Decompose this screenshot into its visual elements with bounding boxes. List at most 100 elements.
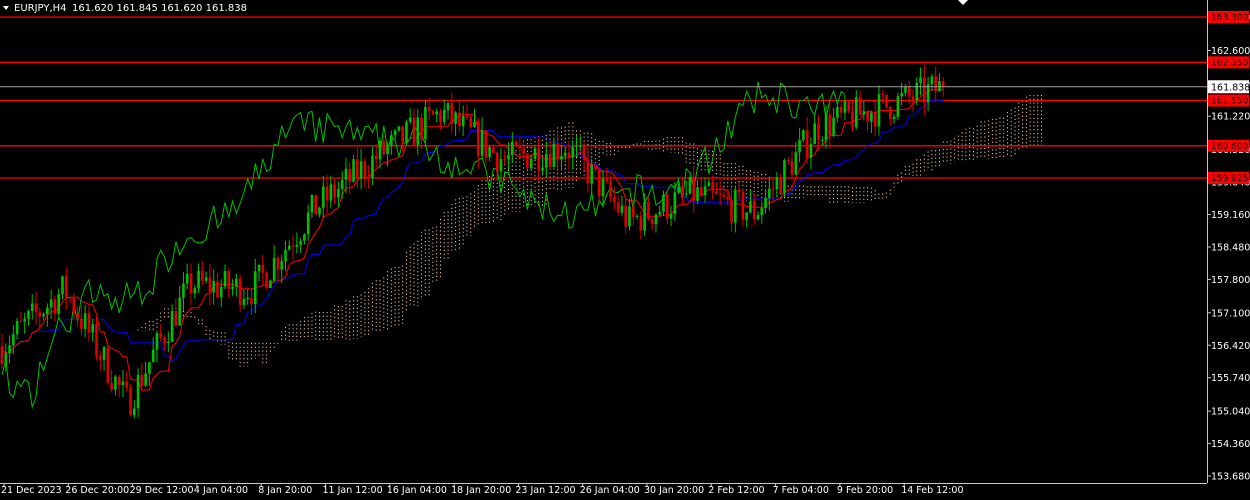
candle-body[interactable] <box>858 97 862 115</box>
candle-body[interactable] <box>167 341 170 343</box>
candle-body[interactable] <box>72 298 76 314</box>
candle-body[interactable] <box>601 178 605 197</box>
candle-body[interactable] <box>522 148 525 155</box>
candle-body[interactable] <box>435 111 438 115</box>
candle-body[interactable] <box>919 77 922 83</box>
candle-body[interactable] <box>469 117 473 127</box>
candle-body[interactable] <box>488 147 491 158</box>
candle-body[interactable] <box>541 167 544 171</box>
candle-body[interactable] <box>847 101 851 112</box>
candle-body[interactable] <box>193 288 197 294</box>
candle-body[interactable] <box>647 201 650 220</box>
candle-body[interactable] <box>216 281 219 298</box>
candle-body[interactable] <box>817 123 820 141</box>
candle-body[interactable] <box>106 347 110 383</box>
candle-body[interactable] <box>673 192 677 214</box>
candle-body[interactable] <box>450 103 454 124</box>
candle-body[interactable] <box>204 277 208 281</box>
candle-body[interactable] <box>359 161 363 179</box>
candle-body[interactable] <box>613 196 616 203</box>
candle-body[interactable] <box>684 193 688 195</box>
candle-body[interactable] <box>95 324 98 356</box>
candle-body[interactable] <box>779 177 782 194</box>
candle-body[interactable] <box>46 307 49 315</box>
candle-body[interactable] <box>567 152 571 158</box>
candle-body[interactable] <box>934 76 937 92</box>
candle-body[interactable] <box>881 94 885 96</box>
candle-body[interactable] <box>885 94 888 107</box>
candle-body[interactable] <box>57 294 60 314</box>
candle-body[interactable] <box>533 148 537 160</box>
candle-body[interactable] <box>340 179 344 190</box>
candle-body[interactable] <box>238 278 242 305</box>
candle-body[interactable] <box>480 130 484 156</box>
candle-body[interactable] <box>80 318 83 329</box>
candle-body[interactable] <box>545 153 548 168</box>
candle-body[interactable] <box>938 81 941 92</box>
candle-body[interactable] <box>87 313 91 333</box>
candle-body[interactable] <box>367 177 370 179</box>
candle-body[interactable] <box>465 115 469 118</box>
candle-body[interactable] <box>19 321 23 323</box>
candle-body[interactable] <box>571 146 575 158</box>
candle-body[interactable] <box>363 161 367 178</box>
candle-body[interactable] <box>174 311 178 326</box>
candle-body[interactable] <box>854 97 858 128</box>
candle-body[interactable] <box>904 86 907 93</box>
candle-body[interactable] <box>734 189 737 223</box>
candle-body[interactable] <box>681 186 684 194</box>
candle-body[interactable] <box>628 206 631 227</box>
candle-body[interactable] <box>371 155 374 178</box>
candle-body[interactable] <box>34 303 38 313</box>
candle-body[interactable] <box>473 121 476 127</box>
price-chart[interactable]: 163.300162.600161.900161.220160.520159.8… <box>0 0 1250 500</box>
candle-body[interactable] <box>862 111 866 115</box>
candle-body[interactable] <box>223 270 227 287</box>
candle-body[interactable] <box>121 381 125 385</box>
candle-body[interactable] <box>178 297 181 326</box>
candle-body[interactable] <box>820 140 824 142</box>
candle-body[interactable] <box>643 201 646 231</box>
candle-body[interactable] <box>322 186 325 208</box>
candle-body[interactable] <box>257 264 261 272</box>
candle-body[interactable] <box>110 382 113 390</box>
candle-body[interactable] <box>941 81 945 87</box>
candle-body[interactable] <box>344 168 348 180</box>
candle-body[interactable] <box>696 187 699 201</box>
candle-body[interactable] <box>688 176 692 194</box>
candle-body[interactable] <box>374 155 378 160</box>
candle-body[interactable] <box>768 188 771 198</box>
candle-body[interactable] <box>529 159 533 169</box>
candle-body[interactable] <box>556 143 559 160</box>
candle-body[interactable] <box>15 321 19 335</box>
candle-body[interactable] <box>148 362 151 374</box>
candle-body[interactable] <box>813 123 816 145</box>
candle-body[interactable] <box>299 240 302 245</box>
candle-body[interactable] <box>114 376 117 390</box>
candle-body[interactable] <box>665 194 669 219</box>
candle-body[interactable] <box>318 207 321 215</box>
candle-body[interactable] <box>824 114 828 141</box>
candle-body[interactable] <box>129 387 132 416</box>
candle-body[interactable] <box>461 115 465 127</box>
candle-body[interactable] <box>639 216 643 231</box>
candle-body[interactable] <box>526 154 529 169</box>
candle-body[interactable] <box>280 261 284 270</box>
candle-body[interactable] <box>575 146 578 148</box>
candle-body[interactable] <box>579 145 582 147</box>
candle-body[interactable] <box>276 257 280 270</box>
candle-body[interactable] <box>711 182 714 192</box>
candle-body[interactable] <box>907 86 911 97</box>
candle-body[interactable] <box>877 94 881 127</box>
candle-body[interactable] <box>609 181 612 197</box>
candle-body[interactable] <box>348 168 352 182</box>
candle-body[interactable] <box>726 196 730 200</box>
candle-body[interactable] <box>624 205 627 227</box>
candle-body[interactable] <box>386 145 389 155</box>
candle-body[interactable] <box>889 106 892 120</box>
candle-body[interactable] <box>4 353 8 365</box>
candle-body[interactable] <box>692 176 696 201</box>
candle-body[interactable] <box>333 184 336 198</box>
candle-body[interactable] <box>839 106 843 113</box>
candle-body[interactable] <box>12 334 15 346</box>
